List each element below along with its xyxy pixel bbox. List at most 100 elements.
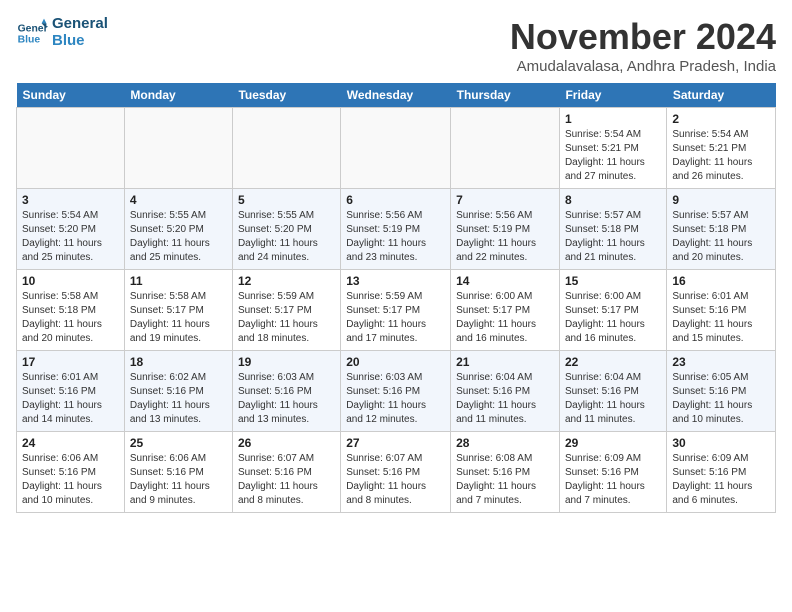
day-number: 29: [565, 436, 661, 450]
day-info: Sunrise: 5:59 AM Sunset: 5:17 PM Dayligh…: [238, 290, 335, 346]
day-number: 15: [565, 274, 661, 288]
logo: General Blue General Blue: [16, 16, 108, 49]
day-number: 4: [130, 193, 227, 207]
calendar-cell: 20Sunrise: 6:03 AM Sunset: 5:16 PM Dayli…: [341, 351, 451, 432]
calendar-cell: 11 Sunrise: 5:58 AM Sunset: 5:17 PM Dayli…: [124, 270, 232, 351]
day-info: Sunrise: 6:00 AM Sunset: 5:17 PM Dayligh…: [456, 290, 554, 346]
calendar-cell: 5 Sunrise: 5:55 AM Sunset: 5:20 PM Daylig…: [232, 189, 340, 270]
day-number: 11: [130, 274, 227, 288]
calendar-body: 1Sunrise: 5:54 AM Sunset: 5:21 PM Daylig…: [17, 108, 776, 513]
day-info: Sunrise: 5:57 AM Sunset: 5:18 PM Dayligh…: [565, 209, 661, 265]
day-info: Sunrise: 6:07 AM Sunset: 5:16 PM Dayligh…: [346, 452, 445, 508]
calendar-week-4: 17 Sunrise: 6:01 AM Sunset: 5:16 PM Dayli…: [17, 351, 776, 432]
day-info: Sunrise: 6:09 AM Sunset: 5:16 PM Dayligh…: [672, 452, 770, 508]
day-info: Sunrise: 5:57 AM Sunset: 5:18 PM Dayligh…: [672, 209, 770, 265]
calendar-week-2: 3 Sunrise: 5:54 AM Sunset: 5:20 PM Daylig…: [17, 189, 776, 270]
day-number: 23: [672, 355, 770, 369]
day-number: 12: [238, 274, 335, 288]
day-info: Sunrise: 5:58 AM Sunset: 5:18 PM Dayligh…: [22, 290, 119, 346]
calendar-header-row: SundayMondayTuesdayWednesdayThursdayFrid…: [17, 83, 776, 108]
day-info: Sunrise: 5:56 AM Sunset: 5:19 PM Dayligh…: [346, 209, 445, 265]
day-info: Sunrise: 5:55 AM Sunset: 5:20 PM Dayligh…: [130, 209, 227, 265]
day-number: 20: [346, 355, 445, 369]
calendar-cell: 22Sunrise: 6:04 AM Sunset: 5:16 PM Dayli…: [559, 351, 666, 432]
calendar-cell: [124, 108, 232, 189]
day-info: Sunrise: 6:00 AM Sunset: 5:17 PM Dayligh…: [565, 290, 661, 346]
calendar-cell: 30 Sunrise: 6:09 AM Sunset: 5:16 PM Dayli…: [667, 432, 776, 513]
col-header-tuesday: Tuesday: [232, 83, 340, 108]
day-number: 27: [346, 436, 445, 450]
day-info: Sunrise: 6:06 AM Sunset: 5:16 PM Dayligh…: [22, 452, 119, 508]
day-info: Sunrise: 6:04 AM Sunset: 5:16 PM Dayligh…: [456, 371, 554, 427]
calendar-cell: 10 Sunrise: 5:58 AM Sunset: 5:18 PM Dayli…: [17, 270, 125, 351]
calendar-cell: 6 Sunrise: 5:56 AM Sunset: 5:19 PM Daylig…: [341, 189, 451, 270]
calendar-cell: 23 Sunrise: 6:05 AM Sunset: 5:16 PM Dayli…: [667, 351, 776, 432]
calendar-cell: 13 Sunrise: 5:59 AM Sunset: 5:17 PM Dayli…: [341, 270, 451, 351]
calendar-cell: 1Sunrise: 5:54 AM Sunset: 5:21 PM Daylig…: [559, 108, 666, 189]
day-info: Sunrise: 5:59 AM Sunset: 5:17 PM Dayligh…: [346, 290, 445, 346]
calendar-cell: 2 Sunrise: 5:54 AM Sunset: 5:21 PM Daylig…: [667, 108, 776, 189]
day-number: 18: [130, 355, 227, 369]
day-info: Sunrise: 6:07 AM Sunset: 5:16 PM Dayligh…: [238, 452, 335, 508]
calendar-cell: 18 Sunrise: 6:02 AM Sunset: 5:16 PM Dayli…: [124, 351, 232, 432]
day-number: 19: [238, 355, 335, 369]
day-number: 25: [130, 436, 227, 450]
day-number: 5: [238, 193, 335, 207]
day-number: 13: [346, 274, 445, 288]
calendar-cell: [341, 108, 451, 189]
day-info: Sunrise: 6:08 AM Sunset: 5:16 PM Dayligh…: [456, 452, 554, 508]
day-info: Sunrise: 5:58 AM Sunset: 5:17 PM Dayligh…: [130, 290, 227, 346]
calendar-cell: 9Sunrise: 5:57 AM Sunset: 5:18 PM Daylig…: [667, 189, 776, 270]
calendar-cell: 7Sunrise: 5:56 AM Sunset: 5:19 PM Daylig…: [451, 189, 560, 270]
day-number: 16: [672, 274, 770, 288]
page-header: General Blue General Blue November 2024 …: [16, 16, 776, 75]
calendar-week-1: 1Sunrise: 5:54 AM Sunset: 5:21 PM Daylig…: [17, 108, 776, 189]
day-info: Sunrise: 5:54 AM Sunset: 5:21 PM Dayligh…: [672, 128, 770, 184]
day-info: Sunrise: 6:01 AM Sunset: 5:16 PM Dayligh…: [672, 290, 770, 346]
calendar-cell: [17, 108, 125, 189]
day-number: 10: [22, 274, 119, 288]
svg-text:Blue: Blue: [18, 34, 41, 45]
col-header-monday: Monday: [124, 83, 232, 108]
day-number: 26: [238, 436, 335, 450]
location-subtitle: Amudalavalasa, Andhra Pradesh, India: [510, 58, 776, 75]
day-number: 7: [456, 193, 554, 207]
day-number: 17: [22, 355, 119, 369]
calendar-cell: 17 Sunrise: 6:01 AM Sunset: 5:16 PM Dayli…: [17, 351, 125, 432]
calendar-cell: 25 Sunrise: 6:06 AM Sunset: 5:16 PM Dayli…: [124, 432, 232, 513]
day-info: Sunrise: 6:02 AM Sunset: 5:16 PM Dayligh…: [130, 371, 227, 427]
day-number: 30: [672, 436, 770, 450]
day-info: Sunrise: 6:06 AM Sunset: 5:16 PM Dayligh…: [130, 452, 227, 508]
day-info: Sunrise: 5:54 AM Sunset: 5:21 PM Dayligh…: [565, 128, 661, 184]
day-number: 22: [565, 355, 661, 369]
day-number: 14: [456, 274, 554, 288]
day-info: Sunrise: 6:05 AM Sunset: 5:16 PM Dayligh…: [672, 371, 770, 427]
calendar-cell: 19 Sunrise: 6:03 AM Sunset: 5:16 PM Dayli…: [232, 351, 340, 432]
title-block: November 2024 Amudalavalasa, Andhra Prad…: [510, 16, 776, 75]
calendar-week-3: 10 Sunrise: 5:58 AM Sunset: 5:18 PM Dayli…: [17, 270, 776, 351]
day-number: 3: [22, 193, 119, 207]
calendar-cell: 28 Sunrise: 6:08 AM Sunset: 5:16 PM Dayli…: [451, 432, 560, 513]
day-info: Sunrise: 6:03 AM Sunset: 5:16 PM Dayligh…: [238, 371, 335, 427]
calendar-cell: [232, 108, 340, 189]
day-info: Sunrise: 5:55 AM Sunset: 5:20 PM Dayligh…: [238, 209, 335, 265]
day-number: 2: [672, 112, 770, 126]
col-header-sunday: Sunday: [17, 83, 125, 108]
logo-text-general: General: [52, 16, 108, 33]
col-header-wednesday: Wednesday: [341, 83, 451, 108]
col-header-friday: Friday: [559, 83, 666, 108]
day-number: 28: [456, 436, 554, 450]
calendar-cell: [451, 108, 560, 189]
calendar-cell: 16 Sunrise: 6:01 AM Sunset: 5:16 PM Dayli…: [667, 270, 776, 351]
col-header-saturday: Saturday: [667, 83, 776, 108]
day-info: Sunrise: 6:09 AM Sunset: 5:16 PM Dayligh…: [565, 452, 661, 508]
calendar-cell: 12 Sunrise: 5:59 AM Sunset: 5:17 PM Dayli…: [232, 270, 340, 351]
day-info: Sunrise: 6:01 AM Sunset: 5:16 PM Dayligh…: [22, 371, 119, 427]
day-info: Sunrise: 5:54 AM Sunset: 5:20 PM Dayligh…: [22, 209, 119, 265]
calendar-cell: 14 Sunrise: 6:00 AM Sunset: 5:17 PM Dayli…: [451, 270, 560, 351]
logo-icon: General Blue: [16, 17, 48, 49]
calendar-cell: 15 Sunrise: 6:00 AM Sunset: 5:17 PM Dayli…: [559, 270, 666, 351]
day-number: 6: [346, 193, 445, 207]
day-number: 24: [22, 436, 119, 450]
calendar-week-5: 24 Sunrise: 6:06 AM Sunset: 5:16 PM Dayli…: [17, 432, 776, 513]
